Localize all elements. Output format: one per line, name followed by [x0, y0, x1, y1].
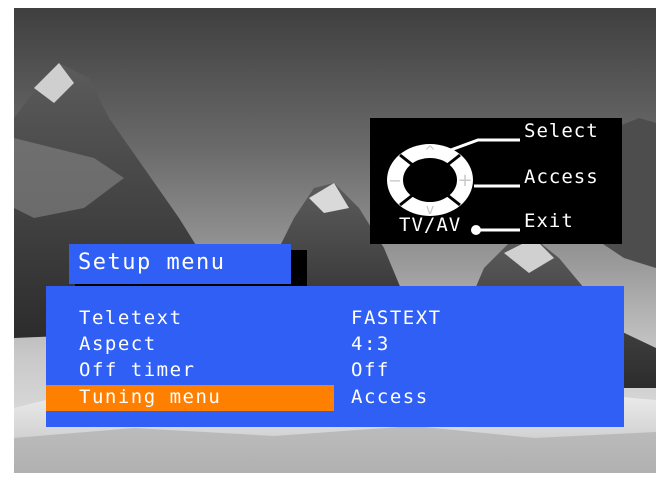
menu-item-off-timer[interactable]: Off timer Off [46, 358, 624, 384]
menu-title-box: Setup menu [69, 244, 291, 284]
remote-control-guide: ^ v − + Select Access Exit TV/AV [370, 118, 622, 244]
menu-item-value: Access [351, 386, 429, 408]
exit-hint-label: Exit [524, 210, 574, 232]
menu-item-value: 4:3 [351, 333, 390, 355]
up-arrow-icon: ^ [424, 144, 436, 160]
menu-item-value: Off [351, 359, 390, 381]
tv-screen: ^ v − + Select Access Exit TV/AV Setup m… [14, 8, 656, 473]
menu-item-value: FASTEXT [351, 307, 442, 329]
menu-item-label: Teletext [79, 307, 183, 329]
menu-item-aspect[interactable]: Aspect 4:3 [46, 332, 624, 358]
setup-menu-panel: Teletext FASTEXT Aspect 4:3 Off timer Of… [46, 286, 624, 427]
access-hint-label: Access [524, 166, 599, 188]
menu-item-label: Off timer [79, 359, 196, 381]
menu-item-tuning-menu[interactable]: Tuning menu Access [46, 385, 624, 411]
menu-item-label: Tuning menu [79, 386, 222, 408]
menu-title: Setup menu [78, 250, 226, 275]
tvav-button-label: TV/AV [399, 214, 462, 236]
plus-icon: + [457, 170, 472, 191]
minus-icon: − [388, 171, 401, 190]
menu-item-label: Aspect [79, 333, 157, 355]
select-hint-label: Select [524, 120, 599, 142]
select-pointer-line [447, 138, 520, 153]
menu-item-teletext[interactable]: Teletext FASTEXT [46, 306, 624, 332]
